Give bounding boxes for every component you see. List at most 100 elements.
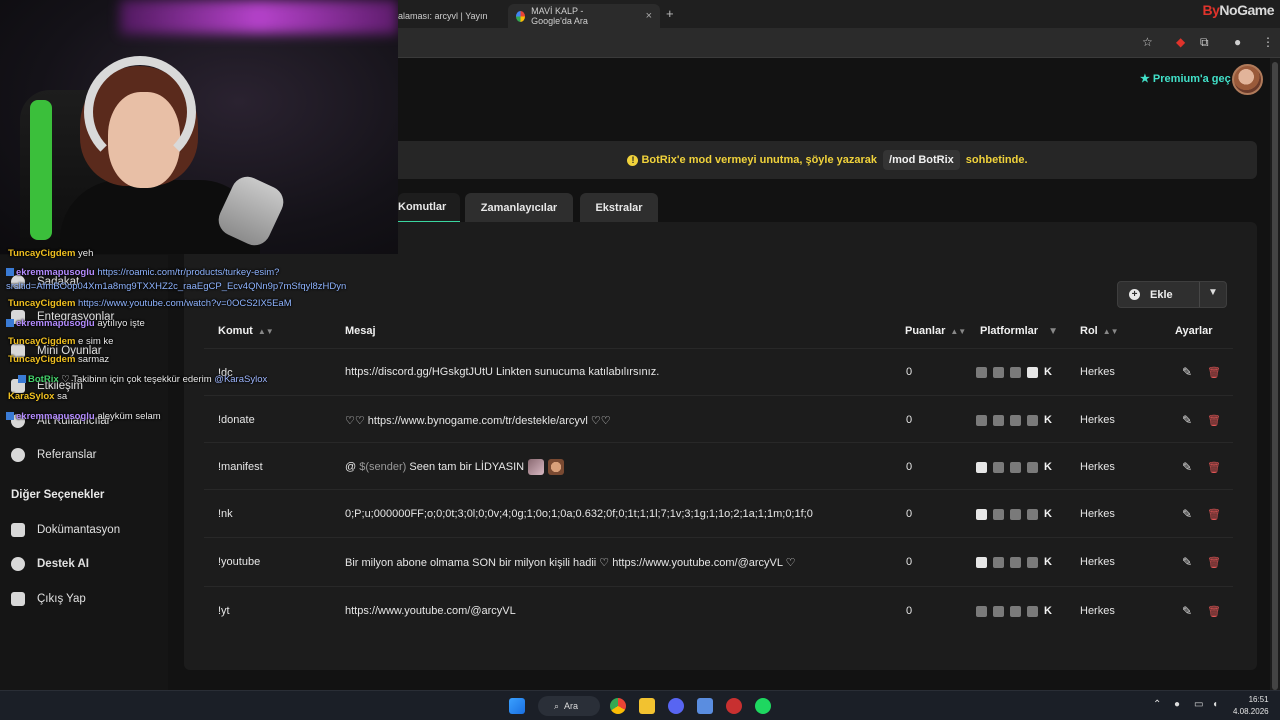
taskbar-search[interactable]: ⌕ Ara xyxy=(538,696,600,716)
edit-icon[interactable]: ✎ xyxy=(1182,413,1192,427)
chair-stripe xyxy=(30,100,52,240)
discord-icon xyxy=(1027,557,1038,568)
edit-icon[interactable]: ✎ xyxy=(1182,507,1192,521)
platform-icons: K xyxy=(976,557,1052,568)
premium-link[interactable]: ★ Premium'a geç xyxy=(1140,72,1231,85)
browser-tab-2[interactable]: MAVİ KALP - Google'da Ara × xyxy=(508,4,660,28)
command-role: Herkes xyxy=(1080,556,1115,568)
edit-icon[interactable]: ✎ xyxy=(1182,460,1192,474)
sort-icon: ▲▼ xyxy=(1102,327,1119,336)
column-settings: Ayarlar xyxy=(1175,325,1213,337)
chevron-up-icon[interactable]: ⌃ xyxy=(1153,699,1161,710)
tab-komutlar[interactable]: Komutlar xyxy=(398,193,460,223)
sidebar-item-dokumantasyon[interactable]: Dokümantasyon xyxy=(11,523,120,537)
discord-icon xyxy=(1027,462,1038,473)
discord-taskbar-icon[interactable] xyxy=(668,698,684,714)
discord-icon xyxy=(1027,509,1038,520)
badge-icon xyxy=(18,375,26,384)
edit-icon[interactable]: ✎ xyxy=(1182,365,1192,379)
screen: { "browser": { "tabs": [ {"label": "alam… xyxy=(0,0,1280,720)
delete-icon[interactable]: 🗑 xyxy=(1207,414,1221,427)
page-scrollbar[interactable] xyxy=(1270,58,1280,690)
file-explorer-icon[interactable] xyxy=(639,698,655,714)
delete-icon[interactable]: 🗑 xyxy=(1207,605,1221,618)
chrome-icon[interactable] xyxy=(610,698,626,714)
add-command-button[interactable]: + Ekle ▼ xyxy=(1117,281,1227,308)
kick-platform-icon xyxy=(976,557,987,568)
tab-zamanlayicilar[interactable]: Zamanlayıcılar xyxy=(465,193,573,223)
column-message: Mesaj xyxy=(345,325,376,337)
menu-dots-icon[interactable]: ⋮ xyxy=(1262,35,1274,49)
column-role[interactable]: Rol ▲▼ xyxy=(1080,325,1119,337)
youtube-icon xyxy=(1010,557,1021,568)
kick-icon: K xyxy=(1044,605,1052,617)
notice-text-end: sohbetinde. xyxy=(965,154,1028,166)
kick-icon: K xyxy=(1044,414,1052,426)
twitch-icon xyxy=(993,606,1004,617)
avatar[interactable] xyxy=(1232,64,1263,95)
volume-icon[interactable]: ◖ xyxy=(1212,699,1218,710)
command-message: @ $(sender) Seen tam bir LİDYASIN xyxy=(345,459,565,475)
close-icon[interactable]: × xyxy=(646,10,652,22)
notice-text: BotRix'e mod vermeyi unutma, şöyle yazar… xyxy=(641,154,878,166)
command-role: Herkes xyxy=(1080,508,1115,520)
command-name: !donate xyxy=(218,414,255,426)
twitch-icon xyxy=(993,462,1004,473)
info-icon: ! xyxy=(627,154,639,166)
network-icon[interactable]: ▭ xyxy=(1194,699,1203,710)
bookmark-star-icon[interactable]: ☆ xyxy=(1142,35,1153,49)
obs-icon[interactable] xyxy=(726,698,742,714)
command-message: https://www.youtube.com/@arcyVL xyxy=(345,605,516,617)
chat-message: ekremmapusoglu aytılıyo işte xyxy=(6,318,145,329)
windows-start-icon[interactable] xyxy=(509,698,525,714)
new-tab-button[interactable]: + xyxy=(666,6,674,21)
clock-time: 16:51 xyxy=(1248,695,1269,704)
spotify-icon[interactable] xyxy=(755,698,771,714)
command-points: 0 xyxy=(906,461,913,473)
app-icon[interactable] xyxy=(697,698,713,714)
column-platforms[interactable]: Platformlar ▼ xyxy=(980,325,1058,337)
delete-icon[interactable]: 🗑 xyxy=(1207,366,1221,379)
chat-message: ekremmapusoglu https://roamic.com/tr/pro… xyxy=(6,267,279,278)
platform-icons: K xyxy=(976,415,1052,426)
command-points: 0 xyxy=(906,605,913,617)
table-row: !dc https://discord.gg/HGskgtJUtU Linkte… xyxy=(204,348,1233,395)
delete-icon[interactable]: 🗑 xyxy=(1207,556,1221,569)
sidebar-item-destek-ai[interactable]: Destek AI xyxy=(11,557,89,571)
command-points: 0 xyxy=(906,556,913,568)
kick-platform-icon xyxy=(976,462,987,473)
kick-icon: K xyxy=(1044,461,1052,473)
column-points[interactable]: Puanlar ▲▼ xyxy=(905,325,966,337)
browser-tab-1[interactable]: alaması: arcyvl | Yayın × xyxy=(398,4,516,28)
discord-icon xyxy=(1027,367,1038,378)
sidebar-item-cikis-yap[interactable]: Çıkış Yap xyxy=(11,592,86,606)
profile-icon[interactable]: ● xyxy=(1234,35,1241,49)
youtube-icon xyxy=(1010,367,1021,378)
twitch-icon xyxy=(993,415,1004,426)
sidebar-item-referanslar[interactable]: Referanslar xyxy=(11,448,96,462)
add-button-label: Ekle xyxy=(1150,288,1173,301)
edit-icon[interactable]: ✎ xyxy=(1182,604,1192,618)
command-message: Bir milyon abone olmama SON bir milyon k… xyxy=(345,557,796,569)
edit-icon[interactable]: ✎ xyxy=(1182,555,1192,569)
microphone-icon[interactable]: ● xyxy=(1174,699,1180,710)
youtube-icon xyxy=(1010,462,1021,473)
command-name: !youtube xyxy=(218,556,261,568)
delete-icon[interactable]: 🗑 xyxy=(1207,508,1221,521)
command-role: Herkes xyxy=(1080,414,1115,426)
extension-icon[interactable]: ◆ xyxy=(1176,35,1185,49)
logout-icon xyxy=(11,592,25,606)
extensions-puzzle-icon[interactable]: ⧉ xyxy=(1200,35,1209,50)
system-clock[interactable]: 16:51 4.08.2026 xyxy=(1233,694,1269,718)
chevron-down-icon[interactable]: ▼ xyxy=(1208,287,1218,298)
webcam-overlay xyxy=(0,0,398,254)
divider xyxy=(1199,282,1200,307)
delete-icon[interactable]: 🗑 xyxy=(1207,461,1221,474)
referral-users-icon xyxy=(11,448,25,462)
bynogame-logo: ByNoGame xyxy=(1202,2,1275,18)
scrollbar-thumb[interactable] xyxy=(1272,62,1278,690)
tab-ekstralar[interactable]: Ekstralar xyxy=(580,193,658,223)
column-command[interactable]: Komut ▲▼ xyxy=(218,325,274,337)
sidebar-section-header: Diğer Seçenekler xyxy=(11,489,105,501)
command-name: !nk xyxy=(218,508,233,520)
